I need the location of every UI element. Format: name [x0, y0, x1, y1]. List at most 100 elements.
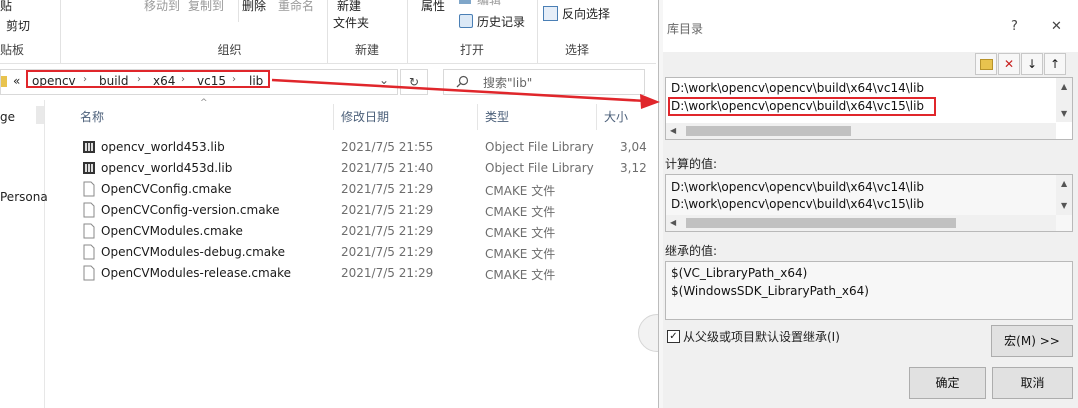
column-header-size[interactable]: 大小 — [604, 108, 628, 125]
column-divider — [596, 104, 597, 130]
directory-hscroll[interactable]: ◀ — [666, 123, 1056, 139]
directory-vscroll[interactable]: ▲ ▼ — [1056, 78, 1072, 122]
new-item-button[interactable]: 新建 — [337, 0, 361, 14]
inherited-value: $(WindowsSDK_LibraryPath_x64) — [671, 284, 869, 298]
delete-line-button[interactable]: ✕ — [998, 53, 1020, 75]
cut-button[interactable]: 剪切 — [6, 17, 30, 34]
navigation-pane: ge Persona — [0, 100, 48, 408]
blank-file-icon — [82, 223, 96, 239]
scroll-down-icon[interactable]: ▼ — [1061, 201, 1067, 210]
edit-icon — [459, 0, 471, 4]
column-header-name[interactable]: 名称 — [80, 108, 104, 125]
file-date: 2021/7/5 21:29 — [341, 182, 434, 196]
file-date: 2021/7/5 21:55 — [341, 140, 434, 154]
column-header-type[interactable]: 类型 — [485, 108, 509, 125]
scroll-left-icon[interactable]: ◀ — [670, 218, 676, 227]
nav-scrollbar[interactable] — [36, 106, 44, 124]
address-dropdown-icon[interactable]: ⌄ — [379, 73, 389, 87]
inherited-values-box: $(VC_LibraryPath_x64) $(WindowsSDK_Libra… — [665, 261, 1073, 320]
new-folder-icon — [979, 59, 993, 70]
scroll-down-icon[interactable]: ▼ — [1061, 109, 1067, 118]
ribbon: 贴 剪切 贴板 移动到 复制到 删除 重命名 组织 新建 文件夹 新建 属性 编… — [0, 0, 656, 64]
file-type: CMAKE 文件 — [485, 247, 556, 261]
computed-values-label: 计算的值: — [665, 157, 718, 171]
computed-hscroll[interactable]: ◀ — [666, 215, 1056, 231]
help-button[interactable]: ? — [1011, 19, 1018, 34]
file-name: OpenCVModules-release.cmake — [101, 266, 291, 280]
file-type: CMAKE 文件 — [485, 226, 556, 240]
scrollbar-thumb[interactable] — [686, 126, 851, 136]
clipboard-group: 贴 剪切 贴板 — [0, 0, 61, 63]
file-row[interactable]: opencv_world453d.lib 2021/7/5 21:40 Object… — [78, 158, 656, 179]
arrow-up-icon: ↑ — [1049, 57, 1061, 71]
search-icon — [456, 75, 469, 88]
directory-list[interactable]: D:\work\opencv\opencv\build\x64\vc14\lib… — [665, 77, 1073, 140]
new-group-label: 新建 — [354, 43, 379, 57]
file-name: OpenCVModules.cmake — [101, 224, 243, 238]
file-row[interactable]: OpenCVConfig.cmake 2021/7/5 21:29 CMAKE 文件 — [78, 179, 656, 200]
file-row[interactable]: opencv_world453.lib 2021/7/5 21:55 Object … — [78, 137, 656, 158]
directory-entry[interactable]: D:\work\opencv\opencv\build\x64\vc14\lib — [671, 81, 924, 95]
search-box[interactable]: 搜索"lib" — [443, 69, 645, 95]
library-directories-dialog: 库目录 ? ✕ ✕ ↓ ↑ D:\work\opencv\opencv\buil… — [658, 0, 1078, 408]
file-name: OpenCVConfig.cmake — [101, 182, 232, 196]
computed-vscroll[interactable]: ▲ ▼ — [1056, 175, 1072, 215]
move-down-button[interactable]: ↓ — [1021, 53, 1043, 75]
scroll-left-icon[interactable]: ◀ — [670, 126, 676, 135]
properties-button[interactable]: 属性 — [421, 0, 445, 14]
copy-to-button[interactable]: 复制到 — [188, 0, 224, 14]
invert-select-icon — [543, 6, 558, 21]
file-type: CMAKE 文件 — [485, 184, 556, 198]
file-row[interactable]: OpenCVConfig-version.cmake 2021/7/5 21:29… — [78, 200, 656, 221]
file-name: opencv_world453d.lib — [101, 161, 233, 175]
ok-button[interactable]: 确定 — [909, 367, 986, 399]
file-row[interactable]: OpenCVModules.cmake 2021/7/5 21:29 CMAKE 文… — [78, 221, 656, 242]
new-folder-button[interactable]: 文件夹 — [333, 14, 369, 31]
macro-button[interactable]: 宏(M) >> — [991, 325, 1073, 357]
column-header-date[interactable]: 修改日期 — [341, 108, 389, 125]
close-button[interactable]: ✕ — [1051, 19, 1062, 34]
address-highlight-box — [26, 70, 270, 88]
dialog-title-bar: 库目录 ? ✕ — [659, 0, 1078, 52]
search-placeholder: 搜索"lib" — [483, 76, 533, 90]
file-size: 3,04 — [620, 140, 647, 154]
nav-item[interactable]: ge — [0, 110, 15, 124]
delete-button[interactable]: 删除 — [242, 0, 266, 14]
move-to-button[interactable]: 移动到 — [144, 0, 180, 14]
breadcrumb-overflow[interactable]: « — [13, 74, 20, 88]
clipboard-group-label: 贴板 — [0, 43, 25, 57]
scrollbar-thumb[interactable] — [686, 218, 956, 228]
scroll-up-icon[interactable]: ▲ — [1061, 82, 1067, 91]
delete-icon: ✕ — [1003, 57, 1015, 71]
organize-group-label: 组织 — [217, 43, 242, 57]
edit-button[interactable]: 编辑 — [477, 0, 501, 8]
refresh-button[interactable]: ↻ — [400, 69, 428, 95]
cancel-button[interactable]: 取消 — [992, 367, 1073, 399]
file-name: opencv_world453.lib — [101, 140, 225, 154]
rename-button[interactable]: 重命名 — [278, 0, 314, 14]
blank-file-icon — [82, 181, 96, 197]
inherit-checkbox[interactable]: ✓ — [667, 330, 680, 343]
file-row[interactable]: OpenCVModules-release.cmake 2021/7/5 21:2… — [78, 263, 656, 284]
history-icon — [459, 14, 473, 28]
address-row: « opencv › build › x64 › vc15 › lib ⌄ ↻ … — [0, 64, 656, 98]
blank-file-icon — [82, 202, 96, 218]
inherit-checkbox-label[interactable]: 从父级或项目默认设置继承(I) — [683, 328, 840, 345]
file-name: OpenCVConfig-version.cmake — [101, 203, 280, 217]
history-button[interactable]: 历史记录 — [477, 13, 525, 30]
file-date: 2021/7/5 21:40 — [341, 161, 434, 175]
file-row[interactable]: OpenCVModules-debug.cmake 2021/7/5 21:29 C… — [78, 242, 656, 263]
checkmark-icon: ✓ — [669, 331, 678, 342]
directory-highlight-box — [668, 97, 936, 116]
scroll-up-icon[interactable]: ▲ — [1061, 179, 1067, 188]
dialog-edge — [659, 0, 663, 408]
move-up-button[interactable]: ↑ — [1044, 53, 1066, 75]
arrow-down-icon: ↓ — [1026, 57, 1038, 71]
column-divider — [477, 104, 478, 130]
computed-values-box: D:\work\opencv\opencv\build\x64\vc14\lib… — [665, 174, 1073, 232]
nav-item[interactable]: Persona — [0, 190, 48, 204]
paste-button-partial[interactable]: 贴 — [0, 0, 12, 14]
computed-value: D:\work\opencv\opencv\build\x64\vc14\lib — [671, 180, 925, 194]
new-line-button[interactable] — [975, 53, 997, 75]
invert-select-button[interactable]: 反向选择 — [562, 5, 610, 22]
